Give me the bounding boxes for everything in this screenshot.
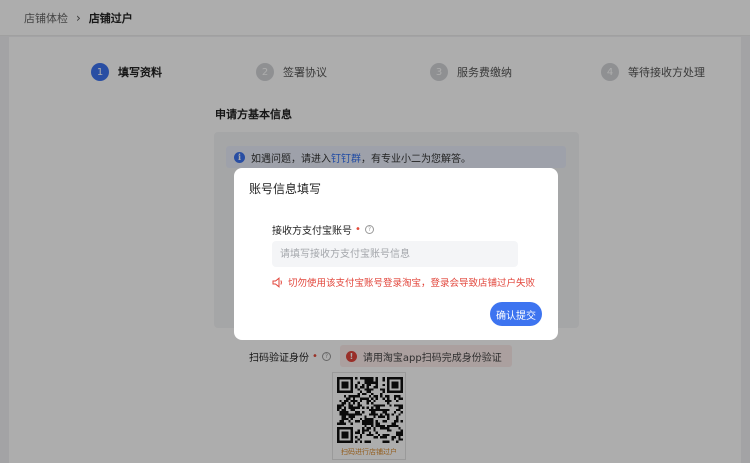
alipay-account-label-text: 接收方支付宝账号: [272, 226, 352, 237]
help-icon[interactable]: ?: [364, 225, 374, 234]
login-warning: 切勿使用该支付宝账号登录淘宝，登录会导致店铺过户失败: [272, 275, 535, 289]
speaker-icon: [272, 276, 282, 288]
login-warning-text: 切勿使用该支付宝账号登录淘宝，登录会导致店铺过户失败: [288, 278, 536, 289]
alipay-account-label: 接收方支付宝账号 • ?: [272, 222, 374, 237]
modal-title: 账号信息填写: [249, 182, 322, 196]
required-mark: •: [355, 224, 361, 235]
alipay-account-input[interactable]: [272, 241, 518, 267]
confirm-submit-button[interactable]: 确认提交: [490, 302, 542, 326]
account-info-modal: 账号信息填写 接收方支付宝账号 • ? 切勿使用该支付宝账号登录淘宝，登录会导致…: [234, 168, 558, 340]
